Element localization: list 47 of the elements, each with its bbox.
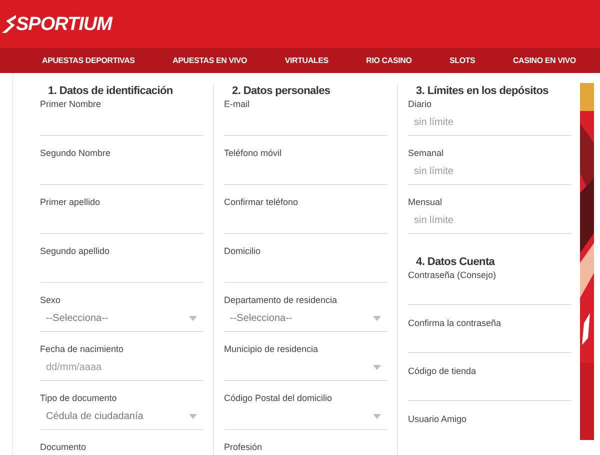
field-label: Confirmar teléfono	[224, 196, 300, 208]
field-label: Departamento de residencia	[224, 294, 338, 306]
field-label: Fecha de nacimiento	[40, 343, 125, 355]
field-label: Municipio de residencia	[224, 343, 320, 355]
field-label: Código Postal del domicilio	[224, 392, 334, 404]
field-label: Usuario Amigo	[408, 413, 468, 425]
input-field[interactable]: sin límite	[408, 110, 571, 136]
select-field[interactable]: Cédula de ciudadanía	[40, 404, 203, 430]
nav-link[interactable]: VIRTUALES	[284, 54, 328, 66]
dropdown-caret-icon	[373, 316, 381, 321]
field-label: Diario	[408, 98, 433, 110]
dropdown-caret-icon	[189, 414, 197, 419]
logo[interactable]: SPORTIUM	[2, 13, 112, 35]
select-field[interactable]: --Selecciona--	[224, 306, 387, 332]
field-label: Documento	[40, 441, 88, 453]
field-label: Primer Nombre	[40, 98, 102, 110]
dropdown-caret-icon	[189, 316, 197, 321]
input-field[interactable]: sin límite	[408, 208, 571, 234]
field-label: Tipo de documento	[40, 392, 118, 404]
field-label: Sexo	[40, 294, 62, 306]
select-field[interactable]: --Selecciona--	[40, 306, 203, 332]
field-label: Contraseña (Consejo)	[408, 269, 498, 281]
nav-link[interactable]: RIO CASINO	[366, 54, 412, 66]
nav-link[interactable]: SLOTS	[450, 54, 476, 66]
field-label: Domicilio	[224, 245, 262, 257]
field-label: Mensual	[408, 196, 444, 208]
section-heading: 2. Datos personales	[231, 84, 332, 98]
field-label: Confirma la contraseña	[408, 317, 502, 329]
section-heading: 3. Límites en los depósitos	[415, 84, 550, 98]
field-label: Segundo Nombre	[40, 147, 112, 159]
nav-link[interactable]: APUESTAS EN VIVO	[172, 54, 248, 66]
dropdown-caret-icon	[373, 414, 381, 419]
field-label: Primer apellido	[40, 196, 102, 208]
field-label: Profesión	[224, 441, 264, 453]
field-label: Segundo apellido	[40, 245, 111, 257]
field-label: Teléfono móvil	[224, 147, 283, 159]
section-heading: 1. Datos de identificación	[47, 84, 174, 98]
input-field[interactable]: dd/mm/aaaa	[40, 355, 203, 381]
field-label: Semanal	[408, 147, 445, 159]
nav-link[interactable]: APUESTAS DEPORTIVAS	[42, 54, 135, 66]
field-label: E-mail	[224, 98, 251, 110]
nav-link[interactable]: CASINO EN VIVO	[512, 54, 576, 66]
swoosh-icon	[2, 13, 16, 35]
dropdown-caret-icon	[373, 365, 381, 370]
field-label: Código de tienda	[408, 365, 478, 377]
input-field[interactable]: sin límite	[408, 159, 571, 185]
section-heading: 4. Datos Cuenta	[415, 255, 496, 269]
